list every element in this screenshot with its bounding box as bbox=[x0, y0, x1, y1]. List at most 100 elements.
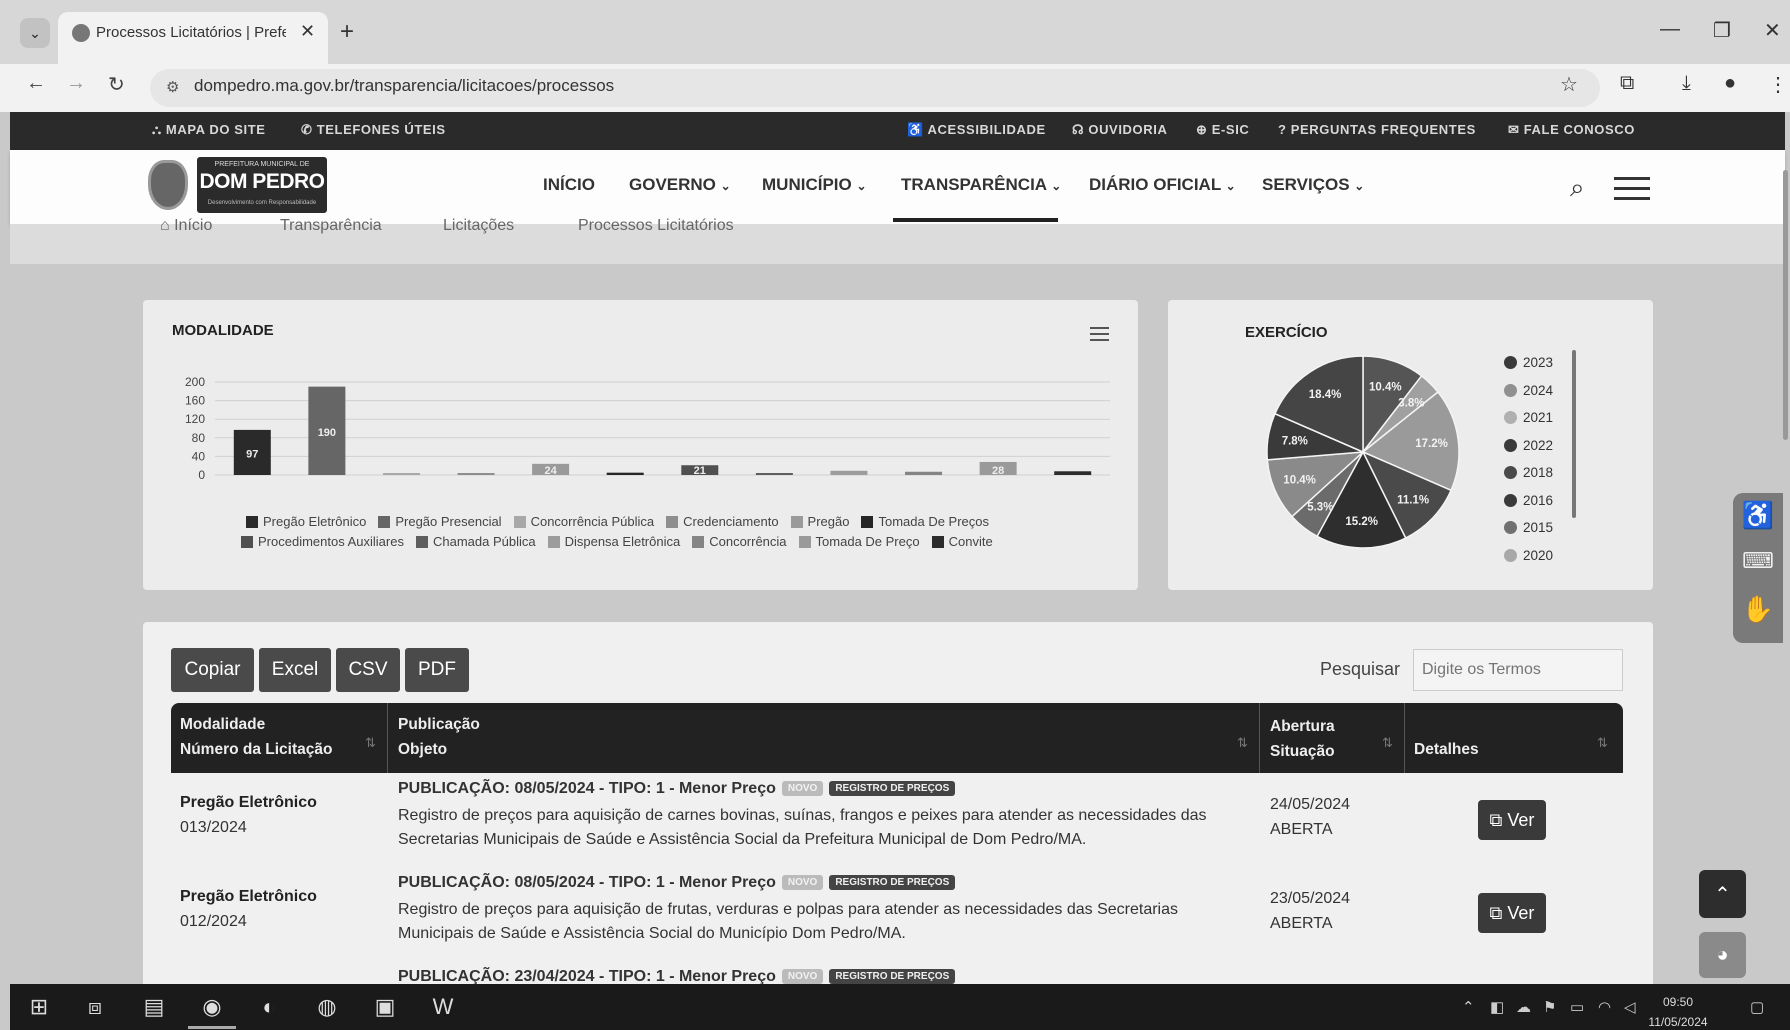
legend-item[interactable]: Chamada Pública bbox=[415, 534, 536, 549]
reload-icon[interactable]: ↻ bbox=[108, 72, 125, 97]
ver-button[interactable]: ⧉ Ver bbox=[1478, 800, 1546, 840]
forward-icon[interactable]: → bbox=[66, 72, 86, 95]
cookie-settings-button[interactable]: ◕ bbox=[1699, 932, 1746, 978]
menu-municipio[interactable]: MUNICÍPIO ⌄ bbox=[762, 175, 867, 195]
menu-servicos[interactable]: SERVIÇOS ⌄ bbox=[1262, 175, 1364, 195]
legend-item[interactable]: Dispensa Eletrônica bbox=[547, 534, 680, 549]
topbar-link-perguntas[interactable]: ? PERGUNTAS FREQUENTES bbox=[1278, 122, 1476, 137]
legend-item[interactable]: Pregão bbox=[790, 514, 849, 529]
browser-menu-icon[interactable]: ⋮ bbox=[1768, 72, 1788, 97]
topbar-link-fale-conosco[interactable]: ✉ FALE CONOSCO bbox=[1508, 122, 1635, 138]
sort-icon[interactable]: ⇅ bbox=[1597, 735, 1608, 751]
menu-diario-oficial[interactable]: DIÁRIO OFICIAL ⌄ bbox=[1089, 175, 1236, 195]
menu-transparencia[interactable]: TRANSPARÊNCIA ⌄ bbox=[901, 175, 1061, 195]
close-window-icon[interactable]: ✕ bbox=[1764, 18, 1781, 43]
legend-item[interactable]: 2022 bbox=[1504, 432, 1553, 460]
legend-item[interactable]: Pregão Eletrônico bbox=[246, 514, 366, 529]
bar[interactable] bbox=[830, 470, 868, 475]
back-icon[interactable]: ← bbox=[26, 72, 46, 95]
battery-icon[interactable]: ▭ bbox=[1570, 998, 1584, 1016]
scroll-to-top-button[interactable]: ⌃ bbox=[1699, 870, 1746, 918]
breadcrumb-transparencia[interactable]: Transparência bbox=[280, 217, 382, 235]
wifi-icon[interactable]: ◠ bbox=[1598, 998, 1611, 1016]
bar[interactable] bbox=[457, 473, 495, 475]
minimize-icon[interactable]: — bbox=[1660, 18, 1680, 41]
menu-inicio[interactable]: INÍCIO bbox=[543, 175, 595, 195]
onedrive-icon[interactable]: ☁ bbox=[1516, 998, 1531, 1016]
legend-item[interactable]: 2016 bbox=[1504, 487, 1553, 515]
legend-item[interactable]: Procedimentos Auxiliares bbox=[241, 534, 404, 549]
bar[interactable] bbox=[755, 473, 793, 475]
legend-item[interactable]: 2018 bbox=[1504, 459, 1553, 487]
task-view-icon[interactable]: ⧈ bbox=[78, 994, 112, 1020]
sort-icon[interactable]: ⇅ bbox=[1237, 735, 1248, 751]
sign-language-icon[interactable]: ✋ bbox=[1738, 594, 1778, 625]
legend-item[interactable]: 2020 bbox=[1504, 542, 1553, 570]
excel-button[interactable]: Excel bbox=[259, 648, 331, 692]
legend-item[interactable]: Credenciamento bbox=[666, 514, 779, 529]
bar[interactable] bbox=[1054, 471, 1092, 475]
breadcrumb-inicio[interactable]: ⌂ Início bbox=[160, 217, 212, 235]
bookmark-star-icon[interactable]: ☆ bbox=[1560, 72, 1578, 97]
bar[interactable] bbox=[382, 473, 420, 475]
legend-item[interactable]: 2015 bbox=[1504, 514, 1553, 542]
tray-app-icon[interactable]: ◧ bbox=[1490, 998, 1504, 1016]
tab-close-icon[interactable]: ✕ bbox=[300, 21, 315, 42]
chart-export-menu-icon[interactable] bbox=[1090, 327, 1109, 345]
legend-item[interactable]: 2021 bbox=[1504, 404, 1553, 432]
edge-taskbar-icon[interactable]: ◍ bbox=[310, 994, 344, 1020]
tab-search-dropdown-icon[interactable]: ⌄ bbox=[20, 18, 50, 48]
legend-item[interactable]: Concorrência Pública bbox=[513, 514, 654, 529]
sort-icon[interactable]: ⇅ bbox=[365, 735, 376, 751]
topbar-link-esic[interactable]: ⊕ E-SIC bbox=[1196, 122, 1249, 138]
word-taskbar-icon[interactable]: W bbox=[426, 994, 460, 1020]
chrome-taskbar-icon[interactable]: ◉ bbox=[195, 994, 229, 1020]
keyboard-icon[interactable]: ⌨ bbox=[1738, 548, 1778, 574]
legend-item[interactable]: Tomada De Preço bbox=[798, 534, 920, 549]
tray-security-icon[interactable]: ⚑ bbox=[1543, 998, 1556, 1016]
topbar-link-acessibilidade[interactable]: ♿ ACESSIBILIDADE bbox=[907, 122, 1046, 138]
legend-item[interactable]: Convite bbox=[931, 534, 993, 549]
legend-item[interactable]: Tomada De Preços bbox=[861, 514, 989, 529]
topbar-link-telefones[interactable]: ✆ TELEFONES ÚTEIS bbox=[301, 122, 446, 138]
notifications-icon[interactable]: ▢ bbox=[1750, 998, 1764, 1016]
bar[interactable] bbox=[905, 471, 943, 475]
site-info-icon[interactable]: ⚙ bbox=[166, 78, 179, 96]
th-detalhes[interactable]: Detalhes bbox=[1414, 737, 1479, 762]
extensions-icon[interactable]: ⧉ bbox=[1620, 72, 1634, 95]
th-modalidade[interactable]: Modalidade Número da Licitação bbox=[180, 712, 332, 762]
topbar-link-ouvidoria[interactable]: ☊ OUVIDORIA bbox=[1072, 122, 1167, 138]
bar[interactable] bbox=[606, 472, 644, 475]
search-icon[interactable]: ⌕ bbox=[1570, 172, 1585, 204]
hamburger-menu-icon[interactable] bbox=[1614, 177, 1650, 207]
breadcrumb-licitacoes[interactable]: Licitações bbox=[443, 217, 514, 235]
menu-governo[interactable]: GOVERNO ⌄ bbox=[629, 175, 731, 195]
legend-item[interactable]: Pregão Presencial bbox=[378, 514, 502, 529]
profile-icon[interactable]: ● bbox=[1724, 72, 1736, 95]
wheelchair-icon[interactable]: ♿ bbox=[1738, 500, 1778, 531]
th-abertura[interactable]: Abertura Situação bbox=[1270, 714, 1335, 764]
ver-button[interactable]: ⧉ Ver bbox=[1478, 893, 1546, 933]
page-scrollbar[interactable] bbox=[1783, 170, 1788, 440]
csv-button[interactable]: CSV bbox=[336, 648, 400, 692]
file-explorer-icon[interactable]: ▤ bbox=[137, 994, 171, 1020]
firefox-taskbar-icon[interactable]: ◐ bbox=[252, 994, 286, 1020]
legend-item[interactable]: 2023 bbox=[1504, 349, 1553, 377]
new-tab-icon[interactable]: + bbox=[340, 18, 354, 46]
app-taskbar-icon[interactable]: ▣ bbox=[368, 994, 402, 1020]
windows-start-icon[interactable]: ⊞ bbox=[22, 994, 56, 1020]
pdf-button[interactable]: PDF bbox=[405, 648, 469, 692]
th-publicacao[interactable]: Publicação Objeto bbox=[398, 712, 480, 762]
legend-item[interactable]: 2024 bbox=[1504, 377, 1553, 405]
legend-scrollbar[interactable] bbox=[1572, 350, 1576, 518]
tray-chevron-up-icon[interactable]: ⌃ bbox=[1462, 998, 1475, 1016]
copy-button[interactable]: Copiar bbox=[171, 648, 254, 692]
topbar-link-mapa-do-site[interactable]: ⛬ MAPA DO SITE bbox=[152, 122, 266, 138]
legend-item[interactable]: Concorrência bbox=[692, 534, 787, 549]
volume-icon[interactable]: ◁ bbox=[1624, 998, 1636, 1016]
taskbar-clock[interactable]: 09:50 11/05/2024 bbox=[1648, 992, 1708, 1030]
maximize-icon[interactable]: ❐ bbox=[1713, 18, 1731, 43]
search-input[interactable] bbox=[1413, 649, 1623, 691]
download-icon[interactable]: ⤓ bbox=[1682, 72, 1691, 95]
sort-icon[interactable]: ⇅ bbox=[1382, 735, 1393, 751]
